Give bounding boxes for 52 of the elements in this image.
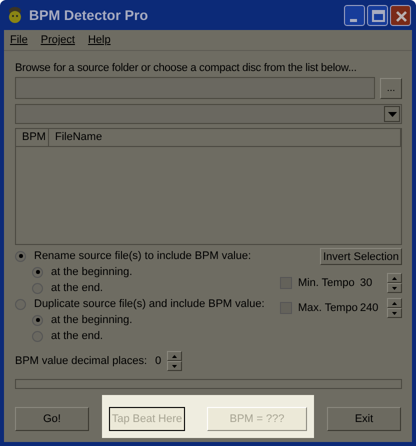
radio-button[interactable] [32,266,43,278]
menu-item[interactable]: File [10,34,28,46]
radio-button[interactable] [32,282,43,294]
menu-item[interactable]: Help [88,34,111,46]
spin-down-button[interactable] [387,283,402,293]
down-arrow-icon [172,364,178,368]
column-header[interactable]: FileName [49,129,401,146]
tempo-label: Max. Tempo [298,302,359,314]
action-button[interactable]: Go! [15,407,89,431]
checkbox[interactable] [280,302,292,314]
up-arrow-icon [392,276,397,280]
decimal-value: 0 [155,355,162,367]
tempo-value: 240 [360,302,380,314]
invert-selection-button[interactable]: Invert Selection [320,248,402,265]
up-arrow-icon [172,354,178,358]
spin-up-button[interactable] [167,351,182,361]
face-icon [6,6,24,24]
minimize-icon [350,18,357,22]
maximize-icon [372,10,385,22]
radio-label: at the beginning. [51,314,132,326]
decimal-label: BPM value decimal places: [15,355,148,367]
close-button[interactable] [390,4,411,26]
radio-label: Rename source file(s) to include BPM value: [34,250,252,262]
window-title: BPM Detector Pro [29,7,150,23]
prompt-text: Browse for a source folder or choose a compact disc from the list below... [15,61,358,75]
tempo-label: Min. Tempo [298,277,356,289]
column-header[interactable]: BPM [16,129,49,146]
up-arrow-icon [392,302,397,304]
file-list[interactable]: BPM FileName [15,128,402,245]
tempo-value: 30 [360,277,374,289]
minimize-button[interactable] [344,4,365,26]
spin-down-button[interactable] [387,308,402,318]
folder-field[interactable] [15,77,375,99]
close-icon [396,10,408,22]
browse-button[interactable]: ... [380,78,402,98]
radio-label: at the end. [51,282,103,294]
radio-button[interactable] [32,314,43,326]
radio-label: at the end. [51,330,103,342]
spin-up-button[interactable] [387,273,402,283]
menu-item[interactable]: Project [40,34,75,46]
spin-down-button[interactable] [167,361,182,371]
spin-up-button[interactable] [387,298,402,308]
action-button[interactable]: Exit [327,407,401,431]
maximize-button[interactable] [367,4,388,26]
down-arrow-icon [392,312,397,314]
checkbox[interactable] [280,277,292,289]
radio-label: at the beginning. [51,266,132,278]
down-arrow-icon [392,286,397,290]
radio-button[interactable] [15,298,26,310]
radio-label: Duplicate source file(s) and include BPM value: [34,298,265,310]
radio-button[interactable] [15,250,26,262]
radio-button[interactable] [32,330,43,342]
